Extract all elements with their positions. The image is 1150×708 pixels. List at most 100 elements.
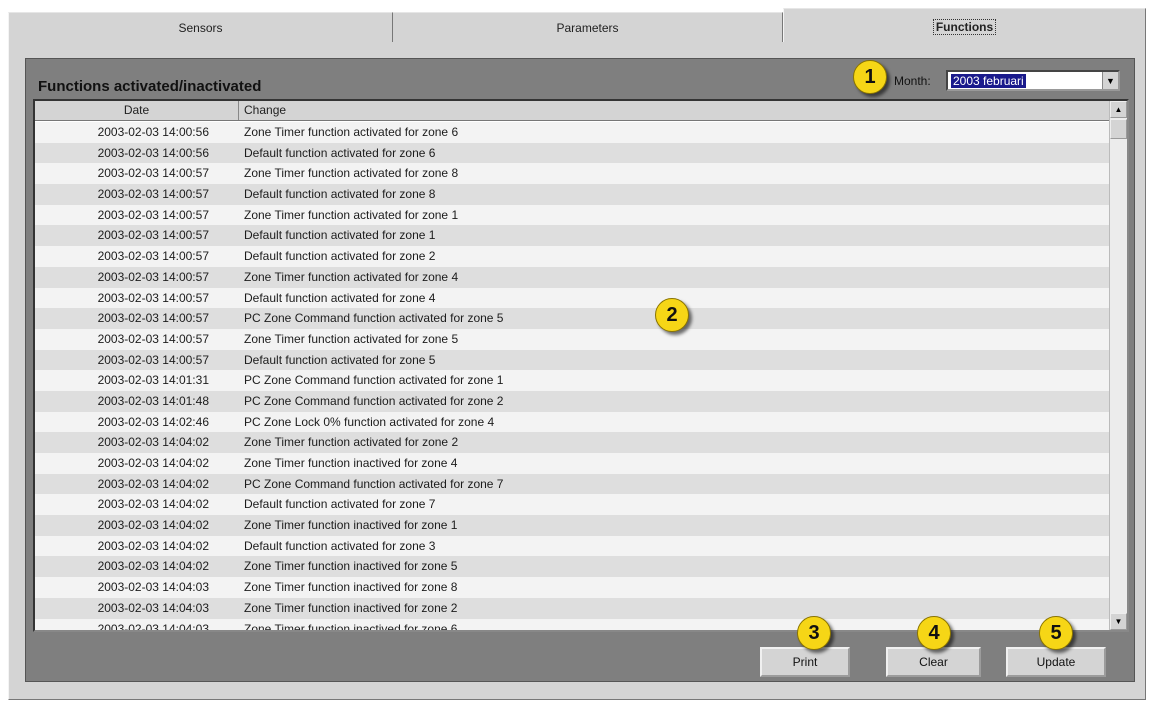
table-row[interactable]: 2003-02-03 14:04:02 Zone Timer function i…	[35, 453, 1111, 474]
cell-change: Zone Timer function activated for zone 4	[244, 269, 459, 284]
scroll-down-icon[interactable]: ▼	[1110, 613, 1127, 630]
cell-change: Zone Timer function inactived for zone 1	[244, 518, 458, 533]
cell-change: Default function activated for zone 8	[244, 187, 436, 202]
cell-date: 2003-02-03 14:04:02	[97, 435, 209, 450]
cell-date: 2003-02-03 14:04:02	[97, 497, 209, 512]
table-row[interactable]: 2003-02-03 14:00:57 Default function acti…	[35, 184, 1111, 205]
cell-date: 2003-02-03 14:00:57	[97, 352, 209, 367]
cell-change: Zone Timer function inactived for zone 8	[244, 580, 458, 595]
chevron-down-icon[interactable]: ▼	[1102, 72, 1118, 89]
cell-date: 2003-02-03 14:00:57	[97, 166, 209, 181]
table-body: 2003-02-03 14:00:56 Zone Timer function a…	[35, 122, 1111, 632]
cell-date: 2003-02-03 14:04:02	[97, 518, 209, 533]
table-row[interactable]: 2003-02-03 14:04:02 Default function acti…	[35, 494, 1111, 516]
tab-parameters[interactable]: Parameters	[393, 12, 783, 42]
section-title: Functions activated/inactivated	[38, 78, 262, 95]
cell-date: 2003-02-03 14:00:57	[97, 207, 209, 222]
table-row[interactable]: 2003-02-03 14:04:02 PC Zone Command funct…	[35, 473, 1111, 495]
table-row[interactable]: 2003-02-03 14:00:57 Zone Timer function a…	[35, 163, 1111, 185]
functions-window: Sensors Parameters Functions Functions a…	[0, 0, 1150, 708]
callout-marker-5: 5	[1039, 616, 1073, 650]
cell-change: Zone Timer function activated for zone 1	[244, 207, 459, 222]
month-value: 2003 februari	[951, 74, 1026, 88]
table-row[interactable]: 2003-02-03 14:00:57 Default function acti…	[35, 246, 1111, 267]
cell-change: Default function activated for zone 3	[244, 538, 436, 553]
table-row[interactable]: 2003-02-03 14:01:48 PC Zone Command funct…	[35, 390, 1111, 412]
cell-date: 2003-02-03 14:04:03	[97, 600, 209, 615]
cell-date: 2003-02-03 14:00:57	[97, 228, 209, 243]
cell-date: 2003-02-03 14:00:56	[97, 145, 209, 160]
update-button[interactable]: Update	[1006, 647, 1106, 677]
tab-sensors[interactable]: Sensors	[8, 12, 393, 42]
table-row[interactable]: 2003-02-03 14:04:02 Default function acti…	[35, 535, 1111, 557]
cell-change: Zone Timer function inactived for zone 4	[244, 456, 458, 470]
table-row[interactable]: 2003-02-03 14:00:57 Zone Timer function a…	[35, 266, 1111, 288]
table-row[interactable]: 2003-02-03 14:04:02 Zone Timer function i…	[35, 515, 1111, 536]
cell-date: 2003-02-03 14:04:02	[97, 559, 209, 574]
tab-functions[interactable]: Functions	[783, 8, 1146, 44]
cell-date: 2003-02-03 14:00:57	[97, 311, 209, 326]
cell-date: 2003-02-03 14:04:03	[97, 621, 209, 632]
callout-marker-2: 2	[655, 298, 689, 332]
vertical-scrollbar[interactable]: ▲ ▼	[1109, 101, 1127, 630]
cell-change: PC Zone Command function activated for z…	[244, 393, 504, 408]
table-row[interactable]: 2003-02-03 14:00:57 Zone Timer function a…	[35, 328, 1111, 350]
table-row[interactable]: 2003-02-03 14:01:31 PC Zone Command funct…	[35, 370, 1111, 391]
cell-date: 2003-02-03 14:04:02	[97, 538, 209, 553]
cell-change: Zone Timer function activated for zone 8	[244, 166, 459, 181]
cell-change: Zone Timer function activated for zone 2	[244, 435, 459, 450]
cell-date: 2003-02-03 14:00:57	[97, 269, 209, 284]
callout-marker-3: 3	[797, 616, 831, 650]
table-header: Date Change	[35, 101, 1111, 121]
table-row[interactable]: 2003-02-03 14:00:57 Default function acti…	[35, 225, 1111, 247]
tab-bar: Sensors Parameters Functions	[0, 0, 1150, 44]
print-button[interactable]: Print	[760, 647, 850, 677]
functions-table: Date Change 2003-02-03 14:00:56 Zone Time…	[33, 99, 1129, 632]
cell-date: 2003-02-03 14:02:46	[97, 414, 209, 429]
cell-date: 2003-02-03 14:00:57	[97, 249, 209, 264]
table-row[interactable]: 2003-02-03 14:04:02 Zone Timer function i…	[35, 556, 1111, 578]
cell-change: PC Zone Command function activated for z…	[244, 373, 504, 388]
cell-change: Default function activated for zone 1	[244, 228, 436, 243]
functions-panel: Functions activated/inactivated Month: 2…	[8, 42, 1146, 700]
table-row[interactable]: 2003-02-03 14:00:57 Default function acti…	[35, 349, 1111, 371]
table-row[interactable]: 2003-02-03 14:00:57 Zone Timer function a…	[35, 204, 1111, 226]
cell-change: Default function activated for zone 7	[244, 497, 436, 512]
cell-date: 2003-02-03 14:00:56	[97, 125, 209, 139]
cell-change: Zone Timer function inactived for zone 6	[244, 621, 458, 632]
cell-date: 2003-02-03 14:04:02	[97, 476, 209, 491]
functions-group: Functions activated/inactivated Month: 2…	[25, 58, 1135, 682]
table-row[interactable]: 2003-02-03 14:04:02 Zone Timer function a…	[35, 432, 1111, 453]
table-row[interactable]: 2003-02-03 14:00:57 Default function acti…	[35, 287, 1111, 309]
table-row[interactable]: 2003-02-03 14:02:46 PC Zone Lock 0% funct…	[35, 411, 1111, 433]
column-header-date[interactable]: Date	[35, 101, 239, 120]
cell-change: Zone Timer function activated for zone 5	[244, 331, 459, 346]
clear-button[interactable]: Clear	[886, 647, 981, 677]
table-row[interactable]: 2003-02-03 14:00:56 Default function acti…	[35, 142, 1111, 164]
cell-change: PC Zone Lock 0% function activated for z…	[244, 414, 495, 429]
cell-change: Default function activated for zone 6	[244, 145, 436, 160]
table-row[interactable]: 2003-02-03 14:00:57 PC Zone Command funct…	[35, 308, 1111, 329]
cell-date: 2003-02-03 14:00:57	[97, 290, 209, 305]
cell-date: 2003-02-03 14:01:31	[97, 373, 209, 388]
cell-date: 2003-02-03 14:00:57	[97, 187, 209, 202]
cell-change: Default function activated for zone 5	[244, 352, 436, 367]
cell-date: 2003-02-03 14:01:48	[97, 393, 209, 408]
table-row[interactable]: 2003-02-03 14:00:56 Zone Timer function a…	[35, 122, 1111, 143]
table-row[interactable]: 2003-02-03 14:04:03 Zone Timer function i…	[35, 577, 1111, 598]
scroll-thumb[interactable]	[1110, 119, 1127, 139]
cell-date: 2003-02-03 14:04:03	[97, 580, 209, 595]
cell-date: 2003-02-03 14:04:02	[97, 456, 209, 470]
cell-change: Zone Timer function inactived for zone 2	[244, 600, 458, 615]
scroll-up-icon[interactable]: ▲	[1110, 101, 1127, 118]
cell-change: Zone Timer function inactived for zone 5	[244, 559, 458, 574]
cell-change: Default function activated for zone 2	[244, 249, 436, 264]
callout-marker-1: 1	[853, 60, 887, 94]
table-row[interactable]: 2003-02-03 14:04:03 Zone Timer function i…	[35, 597, 1111, 619]
month-label: Month:	[894, 74, 931, 88]
cell-change: PC Zone Command function activated for z…	[244, 476, 504, 491]
cell-date: 2003-02-03 14:00:57	[97, 331, 209, 346]
column-header-change[interactable]: Change	[239, 101, 1111, 120]
callout-marker-4: 4	[917, 616, 951, 650]
month-select[interactable]: 2003 februari ▼	[946, 70, 1120, 91]
